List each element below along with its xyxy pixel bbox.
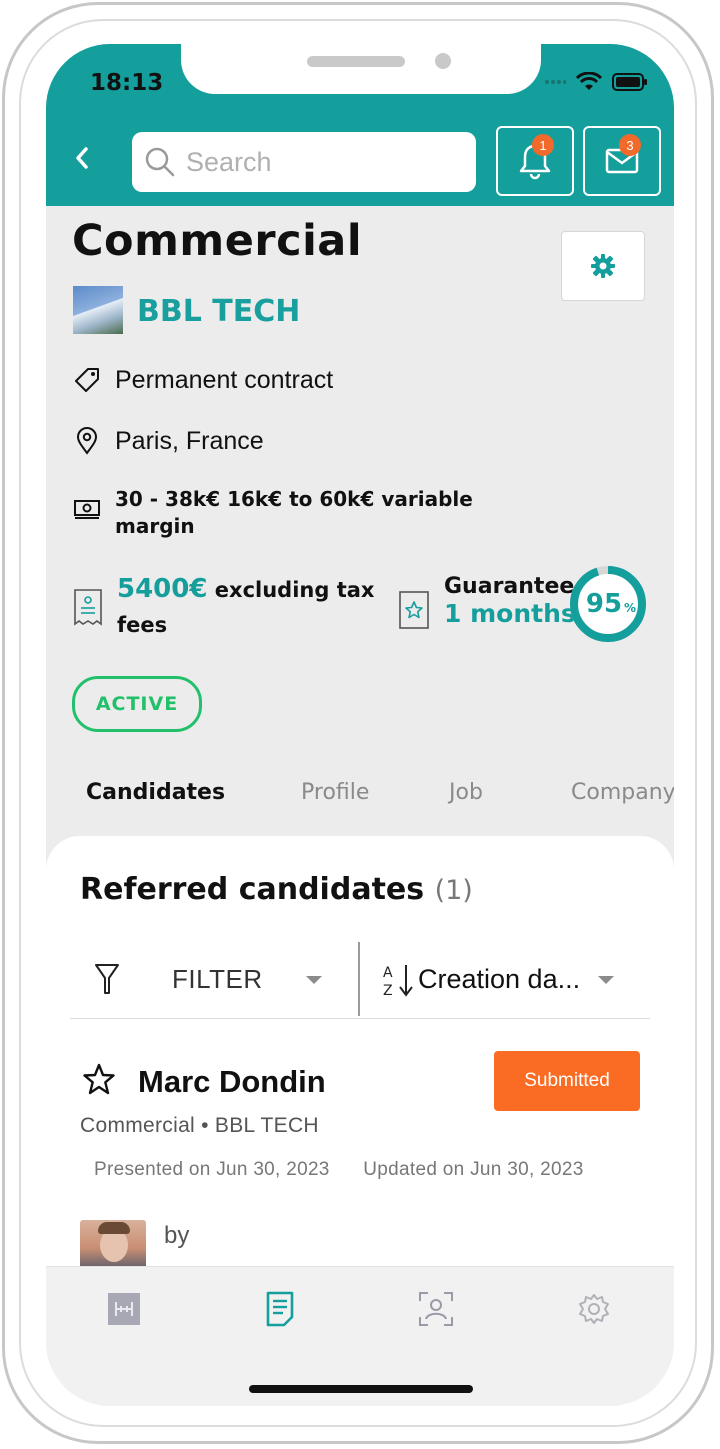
sort-dropdown[interactable]: A Z Creation da... — [360, 942, 650, 1018]
nav-jobs[interactable] — [260, 1289, 300, 1329]
guarantee-value: 1 months — [444, 599, 576, 628]
referred-count: (1) — [434, 875, 473, 906]
dashboard-icon — [108, 1293, 140, 1325]
money-icon — [74, 500, 100, 519]
filter-sort-bar: FILTER A Z Creation da... — [70, 942, 650, 1019]
fee-amount: 5400€ — [117, 574, 208, 604]
candidate-status-badge: Submitted — [494, 1051, 640, 1111]
referred-title: Referred candidates — [80, 872, 425, 907]
salary-row: 30 - 38k€ 16k€ to 60k€ variable margin — [73, 486, 493, 540]
battery-icon — [612, 73, 647, 91]
search-box[interactable] — [132, 132, 476, 192]
filter-dropdown[interactable]: FILTER — [70, 942, 358, 1018]
svg-text:A: A — [383, 965, 393, 981]
app-screen: 18:13 1 3 Commercial BBL TECH — [46, 44, 674, 1406]
candidate-subtitle: Commercial • BBL TECH — [80, 1114, 319, 1137]
match-score-value: 95 — [586, 589, 622, 619]
referred-heading: Referred candidates (1) — [80, 872, 473, 907]
referrer-by-label: by — [164, 1222, 190, 1249]
location-row: Paris, France — [73, 427, 264, 456]
job-settings-button[interactable] — [561, 231, 645, 301]
candidate-scan-icon — [419, 1292, 453, 1326]
invoice-icon — [74, 589, 102, 626]
nav-candidates[interactable] — [416, 1289, 456, 1329]
sort-az-icon: A Z — [383, 965, 413, 998]
guarantee-label: Guarantee — [444, 574, 575, 599]
signal-icon — [545, 80, 566, 84]
nav-dashboard[interactable] — [104, 1289, 144, 1329]
fee-row: 5400€ excluding tax fees — [73, 572, 383, 643]
job-tabs: Candidates Profile Job Company — [46, 780, 674, 812]
settings-icon — [579, 1294, 609, 1324]
tab-job[interactable]: Job — [449, 780, 483, 805]
messages-button[interactable]: 3 — [583, 126, 661, 196]
status-time: 18:13 — [90, 70, 164, 96]
updated-date: Updated on Jun 30, 2023 — [363, 1159, 584, 1180]
presented-date: Presented on Jun 30, 2023 — [94, 1159, 330, 1180]
status-badge: ACTIVE — [72, 676, 202, 732]
document-icon — [266, 1291, 294, 1327]
gear-icon — [591, 254, 615, 278]
fee-text-line2: fees — [117, 613, 168, 637]
star-badge-icon — [399, 591, 429, 629]
job-title: Commercial — [72, 216, 363, 266]
contract-row: Permanent contract — [73, 366, 333, 395]
app-header: 18:13 1 3 — [46, 44, 674, 206]
match-score-unit: % — [624, 601, 636, 615]
tab-candidates[interactable]: Candidates — [86, 780, 225, 805]
sort-label: Creation da... — [418, 964, 581, 994]
chevron-down-icon — [306, 976, 322, 984]
back-button[interactable] — [68, 144, 96, 172]
notification-badge: 1 — [532, 134, 554, 156]
message-badge: 3 — [619, 134, 641, 156]
candidate-dates: Presented on Jun 30, 2023 Updated on Jun… — [94, 1159, 584, 1181]
nav-settings[interactable] — [574, 1289, 614, 1329]
favorite-star-icon[interactable] — [82, 1062, 116, 1096]
candidate-name[interactable]: Marc Dondin — [138, 1064, 326, 1100]
tab-company[interactable]: Company — [571, 780, 674, 805]
filter-icon — [95, 964, 119, 994]
search-input[interactable] — [184, 145, 458, 179]
tag-icon — [75, 368, 99, 392]
guarantee-row: Guarantee 1 months — [398, 574, 576, 630]
chevron-left-icon — [76, 147, 88, 169]
match-score-ring: 95 % — [570, 566, 646, 642]
chevron-down-icon — [598, 976, 614, 984]
device-notch — [181, 44, 541, 94]
job-location: Paris, France — [115, 427, 264, 455]
notifications-button[interactable]: 1 — [496, 126, 574, 196]
location-pin-icon — [76, 427, 98, 455]
fee-text-line1: excluding tax — [214, 578, 375, 602]
contract-type: Permanent contract — [115, 366, 334, 394]
company-name-link[interactable]: BBL TECH — [137, 294, 300, 329]
wifi-icon — [576, 72, 602, 90]
salary-range: 30 - 38k€ 16k€ to 60k€ variable margin — [115, 487, 473, 538]
home-indicator — [249, 1385, 473, 1393]
svg-text:Z: Z — [383, 983, 393, 998]
filter-label: FILTER — [172, 964, 263, 994]
company-logo — [73, 286, 123, 334]
search-icon — [145, 147, 175, 177]
status-icons — [544, 72, 648, 92]
tab-profile[interactable]: Profile — [301, 780, 369, 805]
